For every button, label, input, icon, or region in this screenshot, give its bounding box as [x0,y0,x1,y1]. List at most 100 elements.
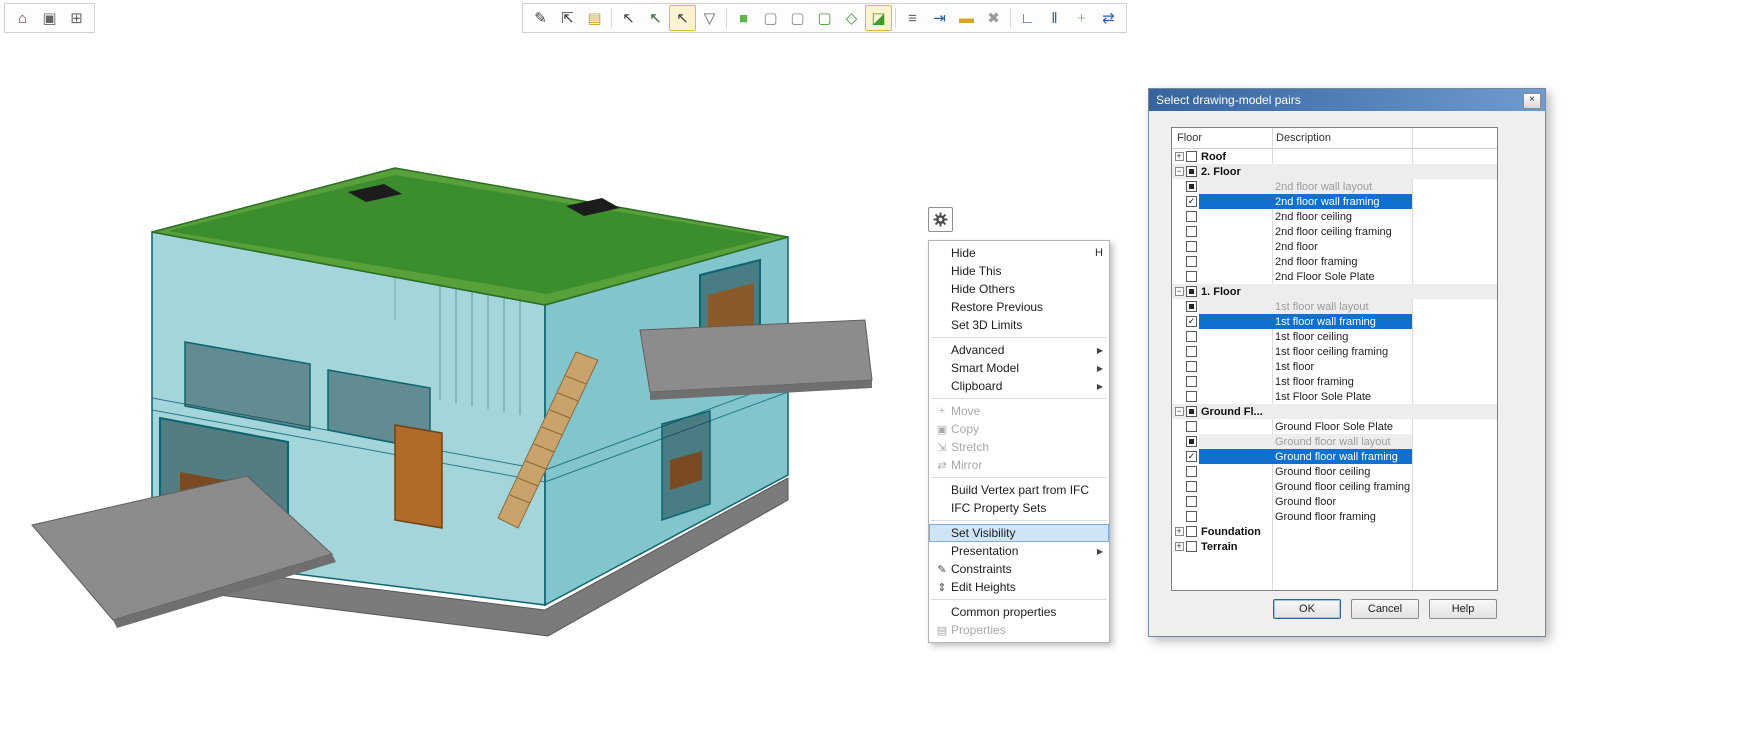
tree-row[interactable]: +Terrain [1172,539,1497,554]
entry-door[interactable] [395,425,442,528]
tree-row[interactable]: 1st floor framing [1172,374,1497,389]
tree-row[interactable]: 2nd floor wall layout [1172,179,1497,194]
row-checkbox[interactable] [1186,511,1197,522]
tree-row[interactable]: +Roof [1172,149,1497,164]
set-visibility-menu-item[interactable]: Set Visibility [929,524,1109,542]
tree-row[interactable]: ✓1st floor wall framing [1172,314,1497,329]
row-checkbox[interactable] [1186,331,1197,342]
tile-windows-icon[interactable]: ⊞ [63,5,90,31]
row-checkbox[interactable] [1186,481,1197,492]
tree-row[interactable]: 2nd floor ceiling [1172,209,1497,224]
collapse-icon[interactable]: − [1175,167,1184,176]
green-panel-icon[interactable]: ■ [730,5,757,31]
row-checkbox[interactable] [1186,211,1197,222]
pick-active-icon[interactable]: ↖ [669,5,696,31]
hide-others-menu-item[interactable]: Hide Others [929,280,1109,298]
row-checkbox[interactable] [1186,361,1197,372]
restore-previous-menu-item[interactable]: Restore Previous [929,298,1109,316]
row-checkbox[interactable] [1186,301,1197,312]
pick-point-icon[interactable]: ↖ [615,5,642,31]
tree-row[interactable]: Ground floor ceiling [1172,464,1497,479]
row-checkbox[interactable] [1186,241,1197,252]
tree-row[interactable]: Ground floor [1172,494,1497,509]
report-icon[interactable]: ≡ [899,5,926,31]
pick-arrow-icon[interactable]: ↖ [642,5,669,31]
tree-row[interactable]: 2nd Floor Sole Plate [1172,269,1497,284]
hide-menu-item[interactable]: HideH [929,244,1109,262]
axes-icon[interactable]: ∟ [1014,5,1041,31]
row-checkbox[interactable] [1186,286,1197,297]
common-properties-menu-item[interactable]: Common properties [929,603,1109,621]
clipboard-menu-item[interactable]: Clipboard▶ [929,377,1109,395]
set-3d-limits-menu-item[interactable]: Set 3D Limits [929,316,1109,334]
presentation-menu-item[interactable]: Presentation▶ [929,542,1109,560]
export-doc-icon[interactable]: ⇥ [926,5,953,31]
expand-icon[interactable]: + [1175,542,1184,551]
link-arrows-icon[interactable]: ⇄ [1095,5,1122,31]
outline-panel-icon[interactable]: ▢ [757,5,784,31]
edit-heights-menu-item[interactable]: ⇕Edit Heights [929,578,1109,596]
row-checkbox[interactable] [1186,436,1197,447]
tree-row[interactable]: +Foundation [1172,524,1497,539]
tree-row[interactable]: 2nd floor ceiling framing [1172,224,1497,239]
green-frame-icon[interactable]: ▢ [811,5,838,31]
select-region-icon[interactable]: ⇱ [554,5,581,31]
tree-row[interactable]: ✓Ground floor wall framing [1172,449,1497,464]
row-checkbox[interactable] [1186,391,1197,402]
hide-this-menu-item[interactable]: Hide This [929,262,1109,280]
row-checkbox[interactable]: ✓ [1186,196,1197,207]
collapse-icon[interactable]: − [1175,287,1184,296]
context-gear-button[interactable] [928,207,953,232]
tree-row[interactable]: 2nd floor [1172,239,1497,254]
erase-icon[interactable]: ✖ [980,5,1007,31]
filter-icon[interactable]: ▽ [696,5,723,31]
tree-row[interactable]: 1st floor ceiling [1172,329,1497,344]
row-checkbox[interactable] [1186,421,1197,432]
tree-row[interactable]: −2. Floor [1172,164,1497,179]
row-checkbox[interactable] [1186,406,1197,417]
house-model-3d[interactable] [10,80,920,665]
tree-row[interactable]: 1st Floor Sole Plate [1172,389,1497,404]
row-checkbox[interactable] [1186,526,1197,537]
dialog-close-button[interactable]: × [1523,93,1541,109]
row-checkbox[interactable] [1186,271,1197,282]
row-checkbox[interactable] [1186,166,1197,177]
cancel-button[interactable]: Cancel [1351,599,1419,619]
row-checkbox[interactable]: ✓ [1186,451,1197,462]
tree-row[interactable]: Ground floor ceiling framing [1172,479,1497,494]
drawing-window-icon[interactable]: ⌂ [9,5,36,31]
tree-row[interactable]: −1. Floor [1172,284,1497,299]
measure-icon[interactable]: ▤ [581,5,608,31]
help-button[interactable]: Help [1429,599,1497,619]
cube-icon[interactable]: ◇ [838,5,865,31]
add-plus-icon[interactable]: + [1068,5,1095,31]
row-checkbox[interactable] [1186,151,1197,162]
tree-row[interactable]: 1st floor ceiling framing [1172,344,1497,359]
ifc-property-sets-menu-item[interactable]: IFC Property Sets [929,499,1109,517]
archive-drawer-icon[interactable]: ▬ [953,5,980,31]
pin-icon[interactable]: ✎ [527,5,554,31]
export-cube-icon[interactable]: ◪ [865,5,892,31]
expand-icon[interactable]: + [1175,152,1184,161]
row-checkbox[interactable] [1186,226,1197,237]
constraints-menu-item[interactable]: ✎Constraints [929,560,1109,578]
row-checkbox[interactable] [1186,496,1197,507]
tree-row[interactable]: −Ground Fl... [1172,404,1497,419]
tree-row[interactable]: 1st floor [1172,359,1497,374]
dialog-titlebar[interactable]: Select drawing-model pairs × [1149,89,1545,111]
tree-row[interactable]: Ground Floor Sole Plate [1172,419,1497,434]
smart-model-menu-item[interactable]: Smart Model▶ [929,359,1109,377]
build-vertex-part-from-ifc-menu-item[interactable]: Build Vertex part from IFC [929,481,1109,499]
row-checkbox[interactable] [1186,181,1197,192]
right-terrace-slab[interactable] [640,320,872,400]
collapse-icon[interactable]: − [1175,407,1184,416]
row-checkbox[interactable]: ✓ [1186,316,1197,327]
advanced-menu-item[interactable]: Advanced▶ [929,341,1109,359]
section-planes-icon[interactable]: ‖ [1041,5,1068,31]
cascade-windows-icon[interactable]: ▣ [36,5,63,31]
expand-icon[interactable]: + [1175,527,1184,536]
row-checkbox[interactable] [1186,346,1197,357]
row-checkbox[interactable] [1186,466,1197,477]
model-viewport[interactable] [10,80,920,665]
outline-panel2-icon[interactable]: ▢ [784,5,811,31]
